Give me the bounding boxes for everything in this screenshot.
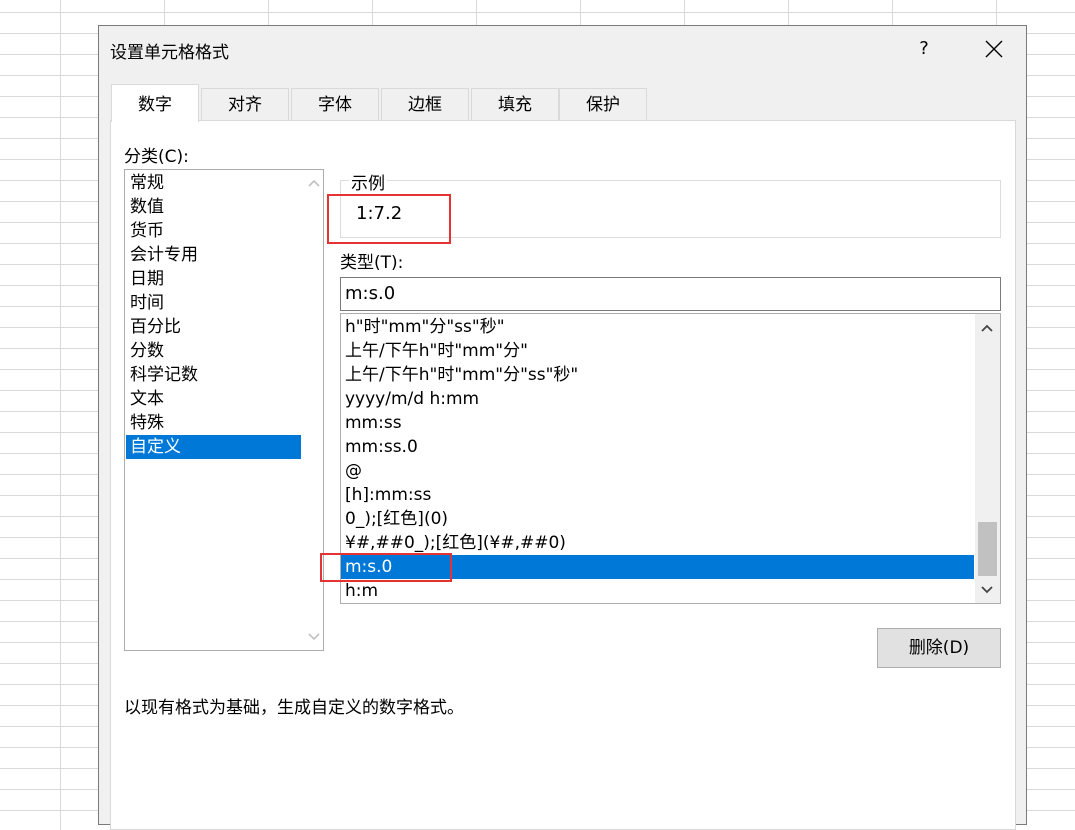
type-item[interactable]: mm:ss.0: [341, 435, 974, 459]
type-item[interactable]: 上午/下午h"时"mm"分": [341, 339, 974, 363]
tab-number[interactable]: 数字: [111, 84, 199, 122]
scroll-up-icon[interactable]: [308, 178, 320, 190]
category-item[interactable]: 日期: [129, 267, 298, 291]
category-item[interactable]: 常规: [129, 171, 298, 195]
scroll-down-icon[interactable]: [308, 630, 320, 642]
type-input[interactable]: m:s.0: [340, 277, 1001, 311]
sample-group: 示例 1:7.2: [340, 169, 1001, 238]
type-item[interactable]: [h]:mm:ss: [341, 483, 974, 507]
delete-button[interactable]: 删除(D): [877, 628, 1001, 668]
type-scrollbar[interactable]: [975, 314, 1000, 603]
tab-fill[interactable]: 填充: [471, 88, 559, 121]
tab-font[interactable]: 字体: [291, 88, 379, 121]
category-item[interactable]: 文本: [129, 387, 298, 411]
close-button[interactable]: [974, 34, 1014, 64]
sample-legend: 示例: [349, 169, 387, 194]
tab-content-number: 分类(C): 常规 数值 货币 会计专用 日期 时间 百分比 分数 科学记数 文…: [110, 120, 1016, 830]
type-label: 类型(T):: [340, 253, 404, 273]
help-button[interactable]: ?: [909, 36, 939, 62]
category-item[interactable]: 百分比: [129, 315, 298, 339]
format-description: 以现有格式为基础，生成自定义的数字格式。: [124, 698, 464, 718]
category-item[interactable]: 货币: [129, 219, 298, 243]
type-item-selected[interactable]: m:s.0: [341, 555, 974, 579]
tab-alignment[interactable]: 对齐: [201, 88, 289, 121]
category-item[interactable]: 数值: [129, 195, 298, 219]
tab-border[interactable]: 边框: [381, 88, 469, 121]
type-item[interactable]: 0_);[红色](0): [341, 507, 974, 531]
category-item[interactable]: 特殊: [129, 411, 298, 435]
type-item[interactable]: mm:ss: [341, 411, 974, 435]
type-item[interactable]: @: [341, 459, 974, 483]
dialog-title: 设置单元格格式: [110, 43, 229, 63]
scroll-up-icon[interactable]: [981, 323, 993, 335]
type-list[interactable]: h"时"mm"分"ss"秒" 上午/下午h"时"mm"分" 上午/下午h"时"m…: [340, 313, 1001, 604]
type-item[interactable]: yyyy/m/d h:mm: [341, 387, 974, 411]
category-scrollbar[interactable]: [305, 170, 323, 650]
type-item[interactable]: ¥#,##0_);[红色](¥#,##0): [341, 531, 974, 555]
type-item[interactable]: h:m: [341, 579, 974, 603]
category-list[interactable]: 常规 数值 货币 会计专用 日期 时间 百分比 分数 科学记数 文本 特殊 自定…: [124, 169, 324, 651]
type-item[interactable]: h"时"mm"分"ss"秒": [341, 315, 974, 339]
category-item[interactable]: 科学记数: [129, 363, 298, 387]
tab-protection[interactable]: 保护: [559, 88, 647, 121]
scrollbar-thumb[interactable]: [978, 522, 997, 576]
close-icon: [985, 40, 1003, 58]
sample-value: 1:7.2: [356, 203, 403, 224]
scroll-down-icon[interactable]: [981, 583, 993, 595]
format-cells-dialog: 设置单元格格式 ? 数字 对齐 字体 边框 填充 保护 分类(C): 常规 数值…: [98, 25, 1027, 830]
category-item-selected[interactable]: 自定义: [126, 435, 301, 459]
type-item[interactable]: 上午/下午h"时"mm"分"ss"秒": [341, 363, 974, 387]
category-item[interactable]: 会计专用: [129, 243, 298, 267]
category-item[interactable]: 时间: [129, 291, 298, 315]
category-label: 分类(C):: [124, 147, 189, 167]
category-item[interactable]: 分数: [129, 339, 298, 363]
